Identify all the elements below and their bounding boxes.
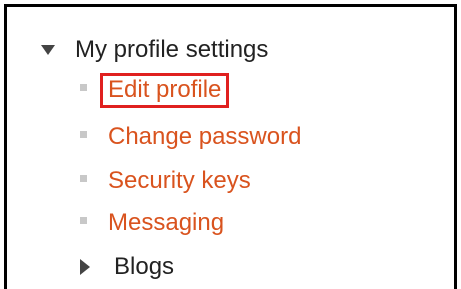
- blogs-label[interactable]: Blogs: [114, 253, 174, 281]
- bullet-icon: [80, 83, 87, 91]
- tree-node-my-profile-settings[interactable]: My profile settings: [41, 31, 268, 69]
- change-password-link[interactable]: Change password: [108, 123, 301, 151]
- bullet-icon: [80, 130, 87, 138]
- messaging-link[interactable]: Messaging: [108, 209, 224, 237]
- bullet-icon: [80, 216, 87, 224]
- navigation-panel: My profile settings Edit profile Change …: [4, 4, 457, 289]
- security-keys-link[interactable]: Security keys: [108, 167, 251, 195]
- tree-node-blogs[interactable]: Blogs: [80, 248, 174, 286]
- triangle-down-icon[interactable]: [41, 45, 55, 55]
- bullet-icon: [80, 174, 87, 182]
- nav-item-change-password[interactable]: Change password: [80, 118, 301, 156]
- nav-item-edit-profile[interactable]: Edit profile: [80, 71, 230, 109]
- nav-item-messaging[interactable]: Messaging: [80, 204, 224, 242]
- triangle-right-icon[interactable]: [80, 259, 90, 275]
- my-profile-settings-label[interactable]: My profile settings: [75, 36, 268, 64]
- edit-profile-link[interactable]: Edit profile: [100, 72, 230, 108]
- nav-item-security-keys[interactable]: Security keys: [80, 162, 251, 200]
